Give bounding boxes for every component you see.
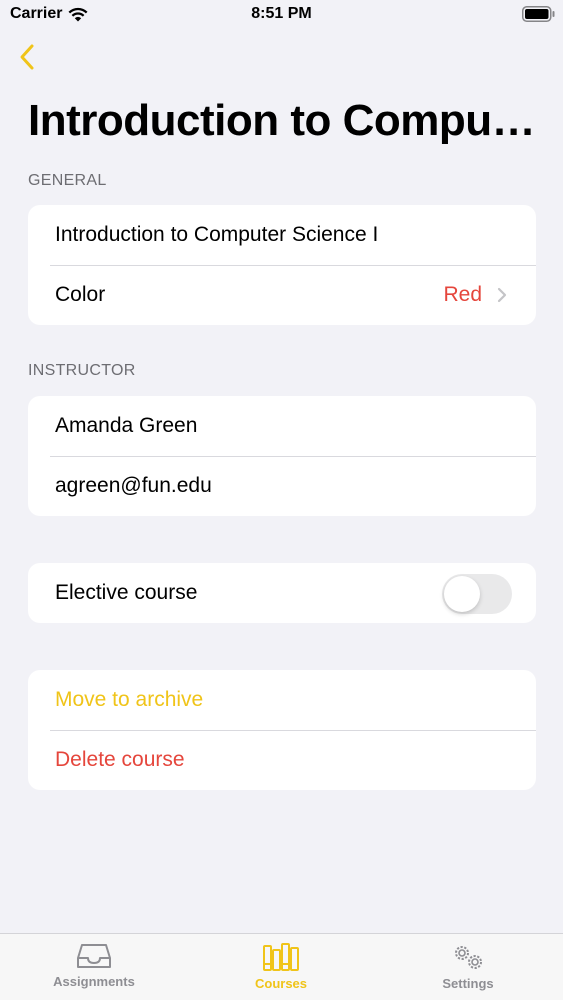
instructor-name-value: Amanda Green (55, 414, 198, 437)
course-name-value: Introduction to Computer Science I (55, 223, 379, 246)
instructor-group: Amanda Green agreen@fun.edu (28, 396, 536, 516)
actions-group: Move to archive Delete course (28, 670, 536, 790)
tab-bar: Assignments Courses Settings (0, 933, 563, 1000)
general-group: Introduction to Computer Science I Color… (28, 205, 536, 325)
color-label: Color (55, 283, 106, 306)
chevron-left-icon (20, 44, 34, 70)
battery-icon (522, 6, 555, 22)
tab-assignments[interactable]: Assignments (24, 942, 164, 989)
course-name-field[interactable]: Introduction to Computer Science I (28, 205, 536, 265)
chevron-right-icon (497, 287, 507, 303)
elective-label: Elective course (55, 581, 198, 604)
status-time: 8:51 PM (251, 5, 312, 22)
tab-settings[interactable]: Settings (398, 942, 538, 991)
section-header-general: GENERAL (28, 172, 107, 189)
toggle-knob (444, 576, 480, 612)
delete-course-label: Delete course (55, 748, 185, 771)
tray-icon (77, 944, 111, 968)
gears-icon (455, 946, 482, 969)
tab-settings-label: Settings (442, 976, 494, 991)
color-row[interactable]: Color Red (28, 265, 536, 325)
move-to-archive-label: Move to archive (55, 688, 204, 711)
back-button[interactable] (12, 40, 42, 74)
tab-courses-label: Courses (254, 976, 308, 991)
tab-assignments-label: Assignments (53, 974, 135, 989)
move-to-archive-button[interactable]: Move to archive (28, 670, 536, 730)
tab-courses[interactable]: Courses (211, 942, 351, 991)
instructor-email-value: agreen@fun.edu (55, 474, 212, 497)
color-value: Red (443, 283, 482, 306)
elective-row: Elective course (28, 563, 536, 623)
instructor-email-field[interactable]: agreen@fun.edu (28, 456, 536, 516)
elective-group: Elective course (28, 563, 536, 623)
elective-toggle[interactable] (442, 574, 512, 614)
section-header-instructor: INSTRUCTOR (28, 362, 136, 379)
status-bar: Carrier 8:51 PM (0, 0, 563, 30)
instructor-name-field[interactable]: Amanda Green (28, 396, 536, 456)
page-title: Introduction to Computer Science I (28, 96, 538, 145)
delete-course-button[interactable]: Delete course (28, 730, 536, 790)
books-icon (263, 943, 299, 971)
